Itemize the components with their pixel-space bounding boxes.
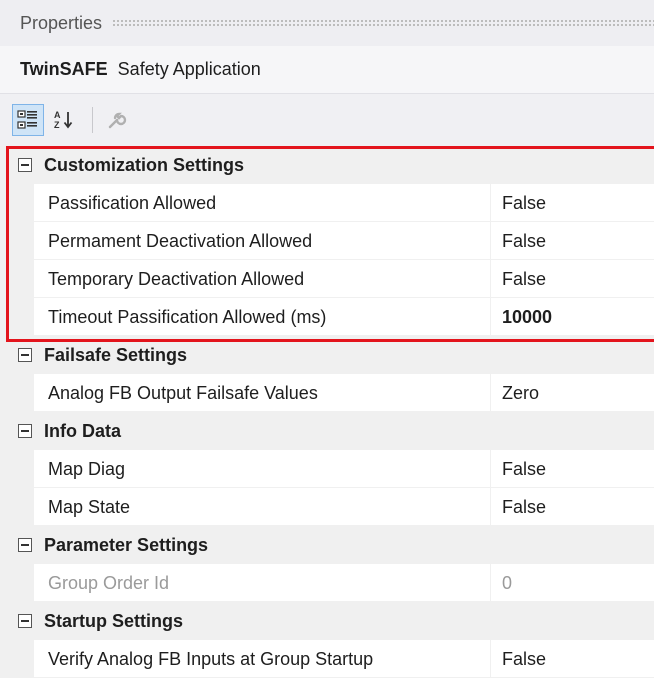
collapse-icon[interactable]	[18, 158, 32, 172]
property-name: Analog FB Output Failsafe Values	[48, 382, 318, 403]
category-label: Startup Settings	[44, 610, 184, 631]
property-name: Temporary Deactivation Allowed	[48, 268, 305, 289]
categorized-icon	[17, 110, 37, 129]
wrench-icon	[108, 112, 127, 129]
category-label: Info Data	[44, 420, 122, 441]
property-value[interactable]: False	[502, 269, 546, 290]
svg-text:A: A	[54, 110, 61, 120]
property-row[interactable]: Passification Allowed False	[0, 184, 654, 222]
category-customization-settings[interactable]: Customization Settings	[0, 146, 654, 184]
property-value[interactable]: Zero	[502, 383, 539, 404]
object-name: TwinSAFE	[20, 59, 108, 79]
property-pages-button[interactable]	[101, 104, 133, 136]
property-row[interactable]: Timeout Passification Allowed (ms) 10000	[0, 298, 654, 336]
category-label: Parameter Settings	[44, 534, 209, 555]
properties-title-bar: Properties	[0, 0, 654, 46]
property-name: Group Order Id	[48, 572, 170, 593]
category-label: Failsafe Settings	[44, 344, 188, 365]
category-parameter-settings[interactable]: Parameter Settings	[0, 526, 654, 564]
collapse-icon[interactable]	[18, 348, 32, 362]
property-row[interactable]: Map Diag False	[0, 450, 654, 488]
property-row[interactable]: Permament Deactivation Allowed False	[0, 222, 654, 260]
property-value[interactable]: False	[502, 497, 546, 518]
category-info-data[interactable]: Info Data	[0, 412, 654, 450]
property-name: Map Diag	[48, 458, 126, 479]
property-value[interactable]: False	[502, 193, 546, 214]
property-grid: Customization Settings Passification All…	[0, 146, 654, 697]
collapse-icon[interactable]	[18, 614, 32, 628]
property-name: Verify Analog FB Inputs at Group Startup	[48, 648, 374, 669]
property-name: Permament Deactivation Allowed	[48, 230, 313, 251]
title-bar-grip[interactable]	[112, 19, 654, 27]
toolbar-separator	[92, 107, 93, 133]
property-row[interactable]: Temporary Deactivation Allowed False	[0, 260, 654, 298]
object-type: Safety Application	[117, 59, 261, 79]
property-row[interactable]: Analog FB Output Failsafe Values Zero	[0, 374, 654, 412]
panel-title: Properties	[20, 12, 103, 33]
property-value[interactable]: False	[502, 231, 546, 252]
alphabetical-icon: A Z	[54, 110, 73, 130]
property-name: Map State	[48, 496, 131, 517]
properties-toolbar: A Z	[0, 94, 654, 146]
property-value: 0	[502, 572, 513, 593]
property-row[interactable]: Group Order Id 0	[0, 564, 654, 602]
collapse-icon[interactable]	[18, 424, 32, 438]
property-row[interactable]: Map State False	[0, 488, 654, 526]
property-value[interactable]: 10000	[502, 307, 552, 328]
alphabetical-button[interactable]: A Z	[48, 104, 80, 136]
collapse-icon[interactable]	[18, 538, 32, 552]
svg-text:Z: Z	[54, 120, 60, 130]
category-startup-settings[interactable]: Startup Settings	[0, 602, 654, 640]
property-name: Timeout Passification Allowed (ms)	[48, 306, 327, 327]
property-name: Passification Allowed	[48, 192, 217, 213]
category-label: Customization Settings	[44, 154, 245, 175]
property-row[interactable]: Verify Analog FB Inputs at Group Startup…	[0, 640, 654, 678]
categorized-button[interactable]	[12, 104, 44, 136]
object-selector[interactable]: TwinSAFE Safety Application	[0, 46, 654, 94]
property-value[interactable]: False	[502, 649, 546, 670]
property-value[interactable]: False	[502, 459, 546, 480]
category-failsafe-settings[interactable]: Failsafe Settings	[0, 336, 654, 374]
